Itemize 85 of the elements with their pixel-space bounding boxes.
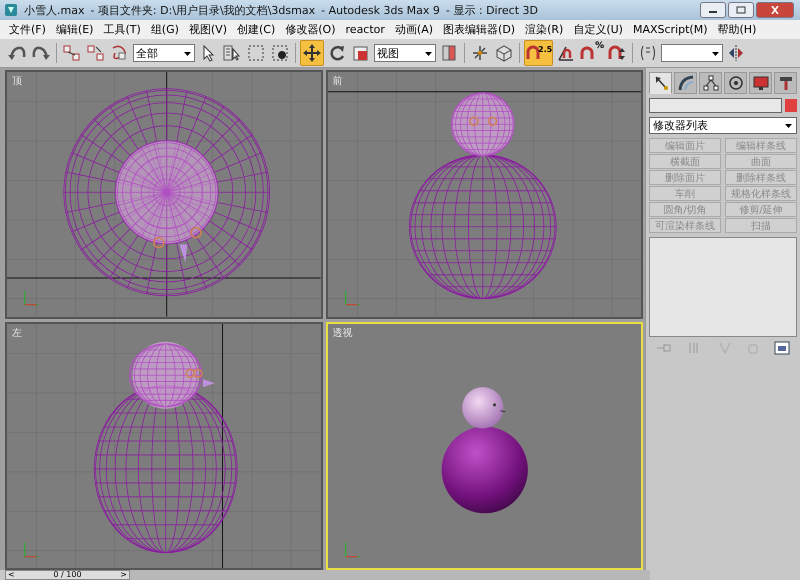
panel-tab[interactable] [749, 72, 772, 94]
toolbar-button[interactable] [300, 40, 324, 66]
snap-value: 2.5 [538, 45, 552, 54]
panel-tab[interactable] [674, 72, 697, 94]
pointer-star-icon [652, 75, 668, 91]
link-icon [62, 44, 82, 62]
nose-cone-drawing [179, 244, 188, 262]
close-button[interactable] [756, 2, 794, 18]
magnet-icon [579, 45, 596, 61]
close-icon [770, 6, 780, 14]
menu-item[interactable]: 修改器(O) [280, 22, 341, 37]
frame-counter: 0 / 100 [53, 571, 82, 579]
menu-item[interactable]: 工具(T) [98, 22, 146, 37]
viewport-label: 前 [332, 75, 342, 88]
viewport-label: 左 [12, 326, 22, 340]
scale-icon [352, 44, 370, 62]
time-slider-thumb[interactable]: < 0 / 100 > [5, 570, 130, 580]
eyes-drawing [153, 227, 202, 248]
dropdown[interactable] [661, 44, 724, 62]
window-title: 小雪人.max [24, 2, 84, 18]
configure-icon [774, 341, 790, 355]
eyes-drawing [468, 116, 497, 126]
redo-arrow-icon [31, 44, 51, 62]
caret-icon [784, 121, 793, 130]
monitor-icon [752, 75, 768, 91]
pin-icon [656, 342, 672, 354]
menu-item[interactable]: 视图(V) [184, 22, 232, 37]
name-field[interactable] [649, 98, 782, 113]
previous-frame-button[interactable]: < [6, 571, 17, 579]
window-title: - Autodesk 3ds Max 9 [321, 4, 440, 16]
curve-icon [678, 75, 694, 91]
pointer-icon [201, 44, 215, 62]
window-title: - 显示 : Direct 3D [446, 2, 538, 18]
toolbar-button[interactable]: 2.5 [524, 40, 554, 66]
menu-item[interactable]: 编辑(E) [50, 22, 98, 37]
menu-item[interactable]: 帮助(H) [712, 22, 762, 37]
dropdown[interactable]: 视图 [374, 44, 436, 62]
maximize-button[interactable] [728, 2, 754, 18]
undo-arrow-icon [7, 44, 27, 62]
menu-item[interactable]: 渲染(R) [520, 22, 568, 37]
cube-icon [494, 44, 514, 62]
axis-tripod-icon [344, 542, 360, 557]
mirror-icon [727, 44, 746, 62]
window-title: - 项目文件夹: D:\用户目录\我的文档\3dsmax [90, 2, 316, 18]
pivot-icon [440, 44, 458, 62]
next-frame-button[interactable]: > [118, 571, 129, 579]
percent-sign: % [595, 42, 604, 51]
menu-item[interactable]: reactor [340, 23, 390, 36]
menu-item[interactable]: 动画(A) [390, 22, 438, 37]
manipulate-icon [470, 44, 490, 62]
maximize-icon [736, 6, 746, 14]
panel-tab[interactable] [724, 72, 747, 94]
dropdown[interactable]: 全部 [133, 44, 195, 62]
menu-item[interactable]: 图表编辑器(D) [438, 22, 520, 37]
axis-tripod-icon [24, 542, 39, 557]
minimize-button[interactable] [700, 2, 726, 18]
move-arrows-icon [302, 43, 322, 63]
spinner-magnet-icon [607, 44, 628, 62]
menu-item[interactable]: 组(G) [146, 22, 184, 37]
viewport-label: 顶 [12, 75, 22, 88]
select-list-icon [222, 44, 242, 62]
menu-item[interactable]: 创建(C) [232, 22, 280, 37]
color-swatch[interactable] [785, 99, 797, 112]
crossing-select-icon [271, 44, 289, 62]
wheel-icon [728, 75, 744, 91]
nose-cone-drawing [202, 378, 215, 387]
modifier-list-dropdown[interactable]: 修改器列表 [649, 117, 797, 134]
hammer-icon [778, 75, 794, 91]
panel-tab[interactable] [649, 72, 672, 94]
menu-item[interactable]: 自定义(U) [568, 22, 628, 37]
fork-icon [716, 342, 733, 354]
panel-tab[interactable] [699, 72, 722, 94]
snowman-head-sphere [462, 386, 506, 428]
unlink-icon [86, 44, 106, 62]
modifier-stack-list[interactable] [649, 237, 797, 337]
eyes-drawing [186, 368, 203, 378]
viewport-label: 透视 [332, 326, 352, 340]
axis-tripod-icon [24, 290, 39, 306]
app-logo-icon [4, 3, 18, 17]
hierarchy-icon [702, 75, 718, 91]
menu-item[interactable]: MAXScript(M) [628, 23, 712, 36]
menu-item[interactable]: 文件(F) [4, 22, 51, 37]
toolbar-button[interactable]: % [579, 41, 604, 65]
axis-tripod-icon [344, 290, 360, 306]
rectangle-select-icon [247, 44, 265, 62]
